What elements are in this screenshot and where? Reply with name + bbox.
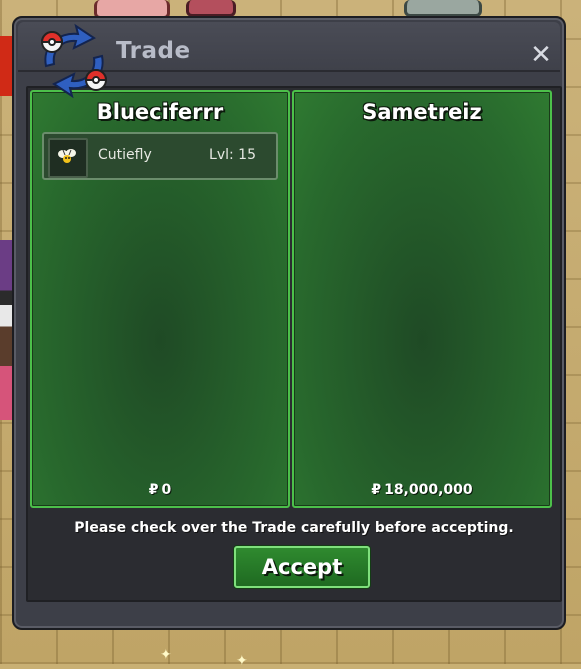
close-button[interactable]: ✕	[528, 42, 554, 68]
pokemon-offer-item[interactable]: Cutiefly Lvl: 15	[42, 132, 278, 180]
trade-content: Blueciferrr Cutiefly Lvl: 15 ₽ 0 Sametre…	[26, 86, 562, 602]
trade-notice: Please check over the Trade carefully be…	[74, 520, 514, 536]
pokemon-level: Lvl: 15	[209, 147, 256, 163]
right-player-name: Sametreiz	[362, 100, 482, 124]
left-player-name: Blueciferrr	[96, 100, 224, 124]
money-amount: 0	[161, 482, 172, 498]
money-amount: 18,000,000	[384, 482, 473, 498]
pokemon-slot	[48, 138, 88, 178]
cutiefly-icon	[58, 149, 76, 163]
npc-sprite	[186, 0, 236, 17]
sparkle-icon: ✦	[236, 653, 248, 669]
player-sprite	[0, 240, 12, 420]
currency-icon: ₽	[371, 482, 382, 498]
left-trade-panel: Blueciferrr Cutiefly Lvl: 15 ₽ 0	[30, 90, 290, 508]
trade-icon	[40, 23, 108, 99]
right-trade-panel: Sametreiz ₽18,000,000	[292, 90, 552, 508]
currency-icon: ₽	[148, 482, 159, 498]
sparkle-icon: ✦	[160, 647, 172, 663]
trade-window: Trade ✕ Blueciferrr Cutiefly Lvl: 15 ₽ 0…	[12, 16, 566, 630]
pokemon-name: Cutiefly	[98, 147, 152, 163]
window-title: Trade	[116, 38, 191, 64]
accept-button[interactable]: Accept	[234, 546, 370, 588]
world-object-sprite	[404, 0, 482, 17]
right-money-offer: ₽18,000,000	[294, 482, 550, 498]
left-money-offer: ₽0	[32, 482, 288, 498]
